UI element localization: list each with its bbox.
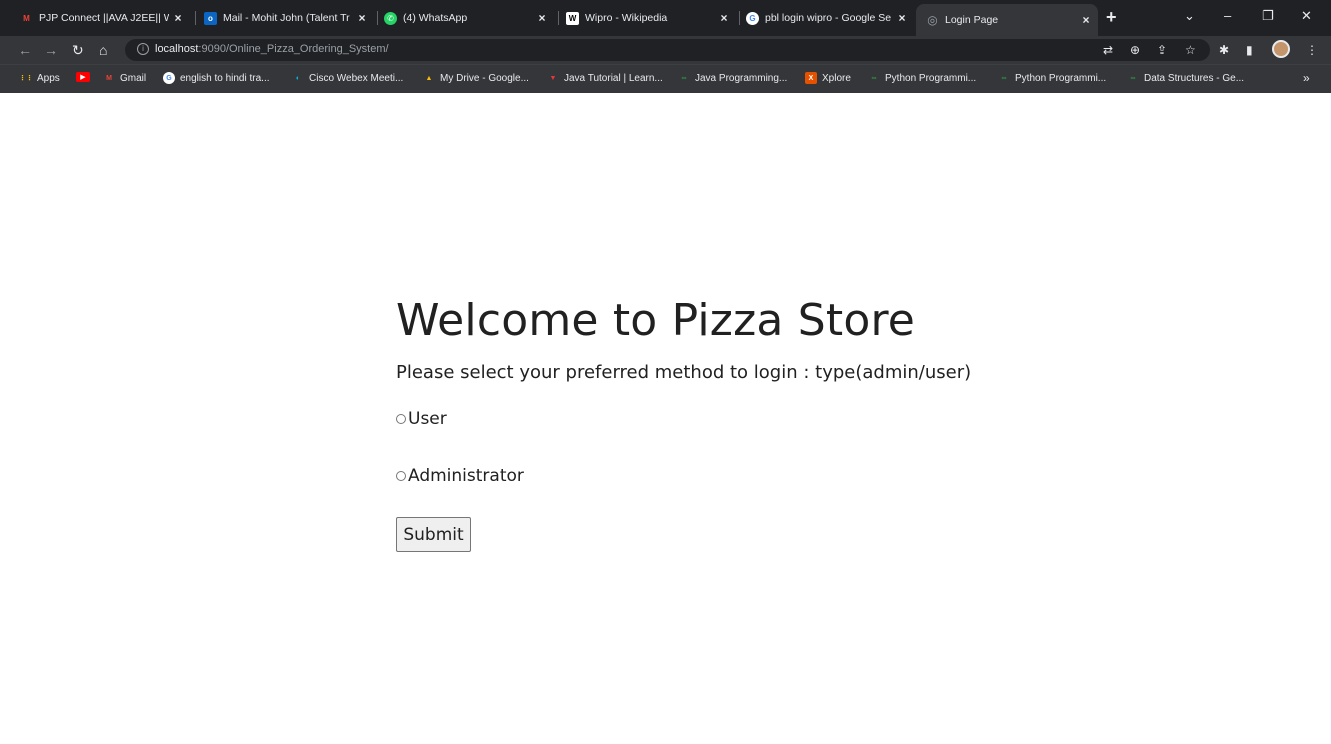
- geeksforgeeks-icon: ∞: [1001, 74, 1007, 82]
- bookmark-english-hindi[interactable]: G english to hindi tra...: [163, 72, 270, 84]
- tab-title: Login Page: [945, 14, 999, 26]
- tab-google-search[interactable]: G pbl login wipro - Google Se ×: [746, 6, 914, 30]
- url-host: localhost: [155, 43, 199, 55]
- bookmark-label: Xplore: [822, 72, 851, 84]
- user-option[interactable]: User: [396, 409, 447, 429]
- window-close-icon[interactable]: ✕: [1301, 8, 1312, 24]
- webex-icon: ◐: [295, 74, 301, 82]
- geeksforgeeks-icon: ∞: [871, 74, 877, 82]
- page-content: Welcome to Pizza Store Please select you…: [0, 93, 1331, 744]
- bookmark-label: Java Tutorial | Learn...: [564, 72, 663, 84]
- minimize-icon[interactable]: –: [1224, 8, 1231, 24]
- tab-title: PJP Connect ||AVA J2EE|| W: [39, 12, 169, 24]
- tab-title: (4) WhatsApp: [403, 12, 468, 24]
- bookmark-label: Gmail: [120, 72, 147, 84]
- home-icon[interactable]: ⌂: [99, 42, 107, 58]
- bookmark-gmail[interactable]: M Gmail: [103, 72, 146, 84]
- tab-login-page[interactable]: ◎ Login Page ×: [916, 4, 1098, 36]
- tab-pjp-connect[interactable]: M PJP Connect ||AVA J2EE|| W ×: [20, 6, 190, 30]
- bookmark-webex[interactable]: ◐ Cisco Webex Meeti...: [292, 72, 403, 84]
- bookmark-java-programming[interactable]: ∞ Java Programming...: [678, 72, 788, 84]
- login-instructions: Please select your preferred method to l…: [396, 362, 972, 383]
- close-icon[interactable]: ×: [1078, 11, 1094, 29]
- youtube-icon: ▶: [76, 72, 90, 82]
- close-icon[interactable]: ×: [716, 9, 732, 27]
- new-tab-icon[interactable]: +: [1106, 8, 1117, 26]
- info-icon[interactable]: i: [137, 43, 149, 55]
- globe-icon: ◎: [927, 13, 938, 27]
- avatar[interactable]: [1272, 40, 1290, 58]
- bookmark-python-programming-1[interactable]: ∞ Python Programmi...: [868, 72, 977, 84]
- close-icon[interactable]: ×: [894, 9, 910, 27]
- bookmarks-bar: ⋮⋮ Apps ▶ M Gmail G english to hindi tra…: [0, 64, 1331, 93]
- wikipedia-icon: W: [566, 11, 579, 25]
- javatpoint-icon: ▼: [549, 74, 557, 82]
- bookmark-label: Data Structures - Ge...: [1144, 72, 1245, 84]
- restore-icon[interactable]: ❐: [1262, 8, 1274, 24]
- gmail-icon: M: [106, 74, 112, 82]
- bookmark-label: Apps: [37, 72, 60, 84]
- administrator-option[interactable]: Administrator: [396, 466, 524, 486]
- bookmark-xplore[interactable]: X Xplore: [805, 72, 851, 84]
- bookmark-label: Java Programming...: [695, 72, 788, 84]
- tab-title: pbl login wipro - Google Se: [765, 12, 892, 24]
- browser-toolbar: ← → ↻ ⌂ i localhost:9090/Online_Pizza_Or…: [0, 36, 1331, 64]
- bookmark-label: My Drive - Google...: [440, 72, 529, 84]
- whatsapp-icon: ✆: [384, 11, 397, 25]
- bookmark-data-structures[interactable]: ∞ Data Structures - Ge...: [1127, 72, 1245, 84]
- close-icon[interactable]: ×: [534, 9, 550, 27]
- share-icon[interactable]: ⇪: [1157, 42, 1167, 58]
- tab-title: Wipro - Wikipedia: [585, 12, 668, 24]
- geeksforgeeks-icon: ∞: [1130, 74, 1136, 82]
- url-text[interactable]: localhost:9090/Online_Pizza_Ordering_Sys…: [155, 43, 389, 55]
- address-bar[interactable]: i localhost:9090/Online_Pizza_Ordering_S…: [125, 39, 1210, 61]
- user-radio[interactable]: [396, 414, 406, 424]
- translate-icon[interactable]: ⇄: [1103, 42, 1113, 58]
- outlook-icon: o: [204, 11, 217, 25]
- reload-icon[interactable]: ↻: [72, 42, 84, 58]
- bookmark-java-tutorial[interactable]: ▼ Java Tutorial | Learn...: [547, 72, 663, 84]
- more-bookmarks-icon[interactable]: »: [1303, 71, 1310, 85]
- close-icon[interactable]: ×: [170, 9, 186, 27]
- browser-chrome: M PJP Connect ||AVA J2EE|| W × o Mail - …: [0, 0, 1331, 93]
- tab-whatsapp[interactable]: ✆ (4) WhatsApp ×: [384, 6, 554, 30]
- user-option-label: User: [408, 409, 447, 429]
- extensions-icon[interactable]: ✱: [1219, 42, 1229, 58]
- tab-search-icon[interactable]: ⌄: [1184, 8, 1195, 24]
- page-title: Welcome to Pizza Store: [396, 295, 916, 346]
- tab-mail[interactable]: o Mail - Mohit John (Talent Tr ×: [204, 6, 374, 30]
- tab-strip: M PJP Connect ||AVA J2EE|| W × o Mail - …: [0, 0, 1331, 36]
- side-panel-icon[interactable]: ▮: [1246, 42, 1253, 58]
- url-path: :9090/Online_Pizza_Ordering_System/: [198, 43, 389, 55]
- menu-icon[interactable]: ⋮: [1306, 42, 1318, 58]
- gmail-icon: M: [23, 13, 30, 23]
- tab-wikipedia[interactable]: W Wipro - Wikipedia ×: [566, 6, 736, 30]
- bookmark-label: Python Programmi...: [885, 72, 977, 84]
- bookmark-label: Cisco Webex Meeti...: [309, 72, 404, 84]
- google-icon: G: [746, 11, 759, 25]
- administrator-option-label: Administrator: [408, 466, 524, 486]
- bookmark-python-programming-2[interactable]: ∞ Python Programmi...: [998, 72, 1107, 84]
- bookmark-label: Python Programmi...: [1015, 72, 1107, 84]
- submit-button[interactable]: Submit: [396, 517, 471, 552]
- zoom-icon[interactable]: ⊕: [1130, 42, 1140, 58]
- bookmark-google-drive[interactable]: ▲ My Drive - Google...: [423, 72, 529, 84]
- bookmark-youtube[interactable]: ▶: [76, 72, 95, 82]
- bookmark-star-icon[interactable]: ☆: [1185, 42, 1196, 58]
- forward-icon[interactable]: →: [44, 42, 58, 58]
- apps-grid-icon: ⋮⋮: [19, 75, 33, 82]
- geeksforgeeks-icon: ∞: [681, 74, 687, 82]
- close-icon[interactable]: ×: [354, 9, 370, 27]
- bookmark-apps[interactable]: ⋮⋮ Apps: [19, 72, 60, 84]
- back-icon[interactable]: ←: [18, 42, 32, 58]
- google-icon: G: [163, 72, 175, 84]
- drive-icon: ▲: [425, 74, 433, 82]
- administrator-radio[interactable]: [396, 471, 406, 481]
- xplore-icon: X: [805, 72, 817, 84]
- tab-title: Mail - Mohit John (Talent Tr: [223, 12, 350, 24]
- bookmark-label: english to hindi tra...: [180, 72, 270, 84]
